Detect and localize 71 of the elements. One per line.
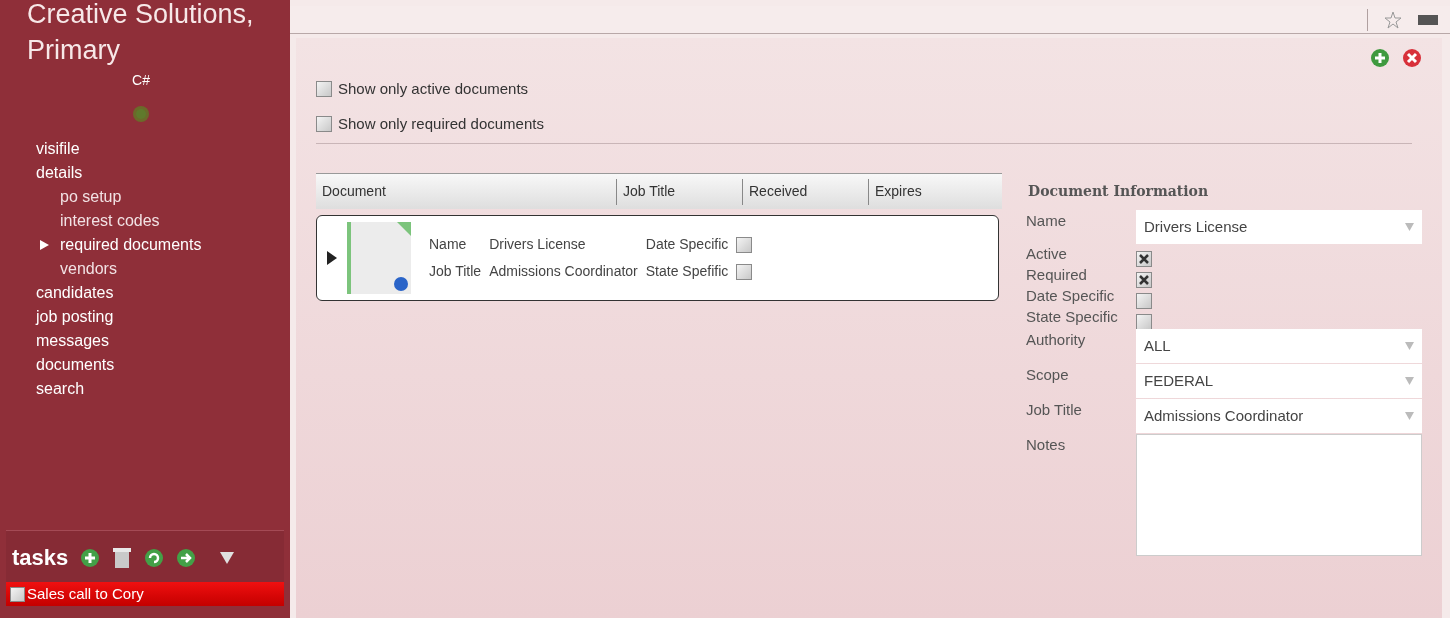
checkbox[interactable] bbox=[316, 115, 332, 132]
caret-icon bbox=[1405, 412, 1414, 420]
filter-label: Show only required documents bbox=[338, 113, 544, 134]
selected-arrow-icon bbox=[40, 240, 49, 250]
dropdown-field[interactable]: FEDERAL bbox=[1136, 364, 1422, 398]
field-label: State Spefific bbox=[645, 262, 729, 281]
section-title: Document Information bbox=[1028, 182, 1210, 201]
field-value: Admissions Coordinator bbox=[489, 262, 638, 281]
delete-icon[interactable] bbox=[1402, 48, 1422, 68]
x-mark-icon bbox=[1139, 254, 1149, 264]
field-label: Active bbox=[1026, 244, 1067, 264]
field-label: Name bbox=[1026, 211, 1066, 231]
refresh-icon[interactable] bbox=[144, 547, 165, 568]
nav-item[interactable]: candidates bbox=[36, 281, 254, 305]
filter-label: Show only active documents bbox=[338, 79, 529, 99]
field-label: Job Title bbox=[429, 262, 482, 281]
column-header[interactable]: Document bbox=[316, 178, 616, 205]
checkbox[interactable] bbox=[1136, 314, 1152, 330]
nav-item[interactable]: details bbox=[36, 161, 254, 185]
field-value: Drivers License bbox=[489, 235, 587, 254]
dropdown-field[interactable]: Drivers License bbox=[1136, 210, 1422, 244]
nav-item[interactable]: documents bbox=[36, 353, 254, 377]
star-icon[interactable] bbox=[1384, 10, 1402, 29]
column-header[interactable]: Received bbox=[742, 178, 868, 205]
nav-item[interactable]: job posting bbox=[36, 305, 254, 329]
column-header[interactable]: Job Title bbox=[616, 178, 742, 205]
trash-can-icon[interactable] bbox=[112, 546, 133, 569]
status-dot-icon bbox=[132, 105, 150, 123]
caret-icon bbox=[1405, 223, 1414, 231]
checkbox[interactable] bbox=[316, 81, 332, 98]
document-row[interactable]: Name Drivers License Date Specific Job Title Admissions Coordinator State Spefific bbox=[316, 215, 999, 301]
document-info-icon bbox=[347, 222, 411, 294]
account-title: Creative Solutions, bbox=[27, 0, 255, 31]
checkbox[interactable] bbox=[736, 236, 753, 253]
notes-field[interactable] bbox=[1136, 434, 1422, 556]
caret-icon bbox=[1405, 342, 1414, 350]
field-label: Job Title bbox=[1026, 400, 1082, 420]
nav-subitem[interactable]: po setup bbox=[36, 185, 254, 209]
nav-subitem[interactable]: required documents bbox=[36, 233, 254, 257]
task-item[interactable]: Sales call to Cory bbox=[6, 582, 284, 606]
dropdown-field[interactable]: Admissions Coordinator bbox=[1136, 399, 1422, 433]
checkbox[interactable] bbox=[10, 586, 25, 602]
field-label: Name bbox=[429, 235, 468, 254]
x-mark-icon bbox=[1139, 275, 1149, 285]
add-icon[interactable] bbox=[80, 547, 101, 568]
expand-arrow-icon[interactable] bbox=[327, 251, 337, 265]
field-label: Authority bbox=[1026, 330, 1086, 350]
field-label: Date Specific bbox=[1026, 286, 1115, 306]
checkbox[interactable] bbox=[1136, 293, 1152, 309]
field-label: Required bbox=[1026, 265, 1087, 285]
account-subtitle: C# bbox=[132, 71, 150, 90]
checkbox[interactable] bbox=[736, 263, 753, 280]
column-header[interactable]: Expires bbox=[868, 178, 998, 205]
field-label: State Specific bbox=[1026, 307, 1118, 327]
forward-icon[interactable] bbox=[176, 547, 197, 568]
dropdown-field[interactable]: ALL bbox=[1136, 329, 1422, 363]
nav-subitem[interactable]: interest codes bbox=[36, 209, 254, 233]
checkbox[interactable] bbox=[1136, 272, 1152, 288]
task-label: Sales call to Cory bbox=[27, 583, 144, 604]
field-label: Notes bbox=[1026, 435, 1066, 455]
nav-item[interactable]: visifile bbox=[36, 137, 254, 161]
dropdown-arrow-icon[interactable] bbox=[220, 551, 235, 564]
field-label: Date Specific bbox=[645, 235, 729, 254]
nav-item[interactable]: messages bbox=[36, 329, 254, 353]
tasks-title: tasks bbox=[12, 544, 69, 572]
nav-item[interactable]: search bbox=[36, 377, 254, 401]
caret-icon bbox=[1405, 377, 1414, 385]
nav-subitem[interactable]: vendors bbox=[36, 257, 254, 281]
checkbox[interactable] bbox=[1136, 251, 1152, 267]
account-title: Primary bbox=[27, 34, 121, 67]
field-label: Scope bbox=[1026, 365, 1069, 385]
